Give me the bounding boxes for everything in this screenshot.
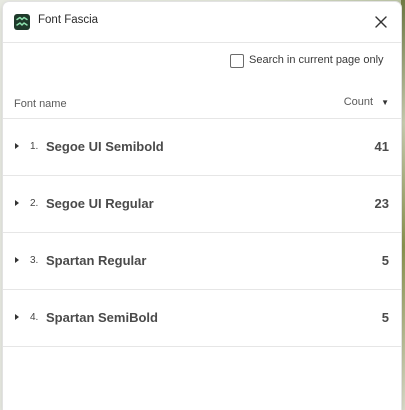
font-index: 1. [30, 141, 39, 152]
close-icon[interactable] [372, 13, 390, 31]
filter-row: Search in current page only [3, 43, 401, 79]
font-index: 3. [30, 255, 39, 266]
expand-triangle-icon[interactable] [15, 314, 19, 320]
expand-triangle-icon[interactable] [15, 257, 19, 263]
font-index: 4. [30, 312, 39, 323]
font-name: Segoe UI Semibold [46, 139, 164, 154]
font-row[interactable]: 4. Spartan SemiBold 5 [3, 290, 401, 347]
panel-header: Font Fascia [3, 2, 401, 43]
current-page-only-label[interactable]: Search in current page only [249, 54, 384, 66]
font-count: 23 [374, 196, 389, 211]
font-fascia-logo-icon [14, 14, 30, 30]
column-count-label: Count [343, 96, 374, 108]
current-page-only-checkbox[interactable] [230, 54, 244, 68]
font-count: 5 [381, 310, 389, 325]
column-count-sort-button[interactable]: Count ▼ [344, 96, 389, 108]
font-fascia-panel: Font Fascia Search in current page only … [3, 2, 401, 410]
expand-triangle-icon[interactable] [15, 200, 19, 206]
font-name: Spartan Regular [46, 253, 147, 268]
table-header: Font name Count ▼ [3, 88, 401, 119]
font-row[interactable]: 3. Spartan Regular 5 [3, 233, 401, 290]
expand-triangle-icon[interactable] [15, 143, 19, 149]
font-row[interactable]: 2. Segoe UI Regular 23 [3, 176, 401, 233]
panel-title: Font Fascia [38, 14, 99, 26]
font-count: 41 [374, 139, 389, 154]
font-count: 5 [381, 253, 389, 268]
font-index: 2. [30, 198, 39, 209]
font-list: 1. Segoe UI Semibold 41 2. Segoe UI Regu… [3, 119, 401, 347]
font-name: Segoe UI Regular [46, 196, 154, 211]
background-image-edge [401, 0, 405, 410]
font-name: Spartan SemiBold [46, 310, 158, 325]
font-row[interactable]: 1. Segoe UI Semibold 41 [3, 119, 401, 176]
column-font-name: Font name [14, 98, 67, 110]
caret-down-icon: ▼ [381, 97, 389, 107]
